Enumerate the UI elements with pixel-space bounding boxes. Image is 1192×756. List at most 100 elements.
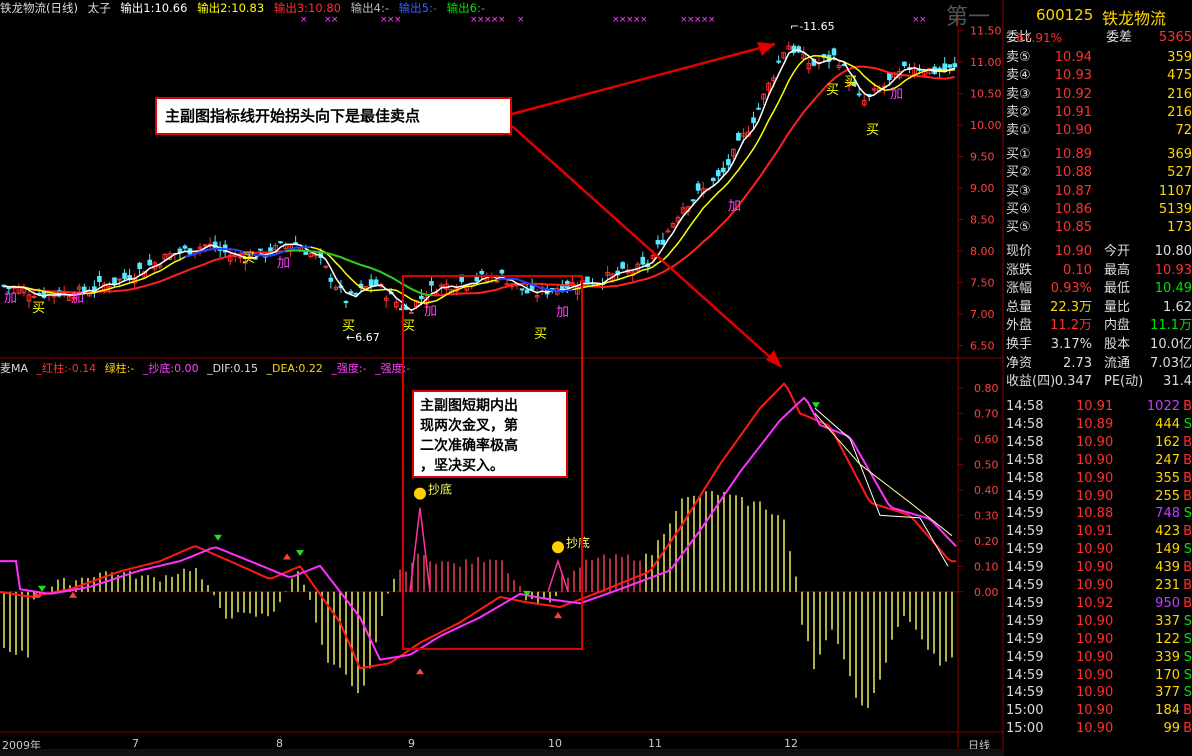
- marker-x: ×: [331, 15, 339, 25]
- tick-side: S: [1183, 631, 1192, 647]
- stat-value: 1.62: [1163, 299, 1192, 315]
- candle-body: [519, 288, 525, 291]
- sell-level-row[interactable]: 卖③ 10.92 216: [1004, 86, 1192, 104]
- golden-cross-arrow: [69, 591, 77, 598]
- tick-time: 14:58: [1006, 399, 1044, 414]
- marker-x: ×: [498, 15, 506, 25]
- tick-price: 10.90: [1076, 613, 1114, 629]
- tick-time: 15:00: [1006, 721, 1044, 737]
- tick-time: 14:59: [1006, 506, 1044, 522]
- sell-level-row[interactable]: 卖④ 10.93 475: [1004, 67, 1192, 85]
- buy-annotation-line-4: ，坚决买入。: [420, 458, 504, 474]
- candle-body: [585, 276, 590, 285]
- candle-body: [117, 278, 122, 281]
- stat-label: 流通: [1104, 355, 1131, 371]
- marker-x: ×: [300, 15, 308, 25]
- tick-price: 10.89: [1076, 416, 1114, 432]
- tick-time: 14:58: [1006, 470, 1044, 486]
- stat-value: 0.10: [1063, 262, 1092, 278]
- tick-row: 15:00 10.90 184 B: [1004, 702, 1192, 720]
- price-axis-label: 9.00: [970, 182, 995, 195]
- stat-label: 收益(四): [1006, 374, 1056, 390]
- sell-level-row[interactable]: 卖⑤ 10.94 359: [1004, 49, 1192, 67]
- indicator-name[interactable]: 太子: [88, 1, 111, 15]
- candle-body: [31, 295, 37, 298]
- tick-volume: 149: [1155, 542, 1180, 558]
- tick-row: 14:58 10.89 444 S: [1004, 416, 1192, 434]
- tick-time: 14:59: [1006, 613, 1044, 629]
- price-axis-label: 7.00: [970, 308, 995, 321]
- sub-strength-2: _强度:-: [375, 362, 411, 375]
- stat-value: 3.17%: [1050, 337, 1092, 352]
- tick-price: 10.92: [1076, 595, 1114, 611]
- sub-green-bar: 绿柱:-: [104, 362, 135, 375]
- stat-label: 内盘: [1104, 318, 1131, 334]
- buy-level-row[interactable]: 买③ 10.87 1107: [1004, 183, 1192, 201]
- buy-level-volume: 1107: [1158, 183, 1192, 199]
- candle-body: [710, 177, 716, 182]
- tick-volume: 247: [1155, 452, 1180, 468]
- stat-label: 最高: [1104, 262, 1131, 278]
- tick-side: B: [1183, 434, 1192, 450]
- stat-value: 7.03亿: [1150, 355, 1192, 371]
- sell-level-row[interactable]: 卖① 10.90 72: [1004, 122, 1192, 140]
- tick-row: 14:59 10.92 950 B: [1004, 595, 1192, 613]
- tick-volume: 162: [1155, 434, 1180, 450]
- buy-level-row[interactable]: 买② 10.88 527: [1004, 164, 1192, 182]
- bottom-tab-strip[interactable]: [0, 749, 1004, 756]
- sub-indicator-name[interactable]: 麦MA: [0, 362, 28, 375]
- sell-level-label: 卖④: [1006, 68, 1031, 84]
- tick-volume: 444: [1155, 416, 1180, 432]
- tick-volume: 255: [1155, 488, 1180, 504]
- tick-row: 14:59 10.90 122 S: [1004, 631, 1192, 649]
- tick-side: S: [1183, 542, 1192, 558]
- add-signal-label: 加: [424, 304, 437, 319]
- stat-label: 量比: [1104, 299, 1131, 315]
- candle-body: [620, 262, 625, 269]
- sell-level-volume: 216: [1167, 86, 1192, 102]
- tick-time: 14:59: [1006, 488, 1044, 504]
- ma-line-green: [285, 249, 432, 297]
- sell-point-annotation: 主副图指标线开始拐头向下是最佳卖点: [155, 97, 512, 135]
- candle-body: [147, 259, 153, 266]
- candle-body: [258, 248, 263, 251]
- tick-side: B: [1183, 595, 1192, 611]
- tick-row: 14:58 10.90 355 B: [1004, 470, 1192, 488]
- candle-body: [419, 295, 424, 300]
- buy-level-row[interactable]: 买① 10.89 369: [1004, 146, 1192, 164]
- stat-row: 涨幅 0.93% 最低 10.49: [1004, 280, 1192, 298]
- sell-level-volume: 359: [1167, 50, 1192, 65]
- buy-level-volume: 5139: [1158, 201, 1192, 217]
- candle-body: [887, 73, 892, 81]
- tick-volume: 423: [1155, 524, 1180, 540]
- tick-price: 10.90: [1076, 667, 1114, 683]
- candle-body: [524, 289, 530, 294]
- golden-cross-arrow: [554, 612, 562, 619]
- tick-price: 10.90: [1076, 434, 1114, 450]
- tick-price: 10.90: [1076, 560, 1114, 576]
- tick-time: 14:59: [1006, 578, 1044, 593]
- output-5: 输出5:-: [398, 1, 437, 15]
- sell-level-price: 10.90: [1054, 123, 1092, 139]
- sub-dea: _DEA:0.22: [266, 362, 323, 375]
- stat-row: 换手 3.17% 股本 10.0亿: [1004, 336, 1192, 354]
- tick-volume: 950: [1155, 595, 1180, 611]
- candle-body: [368, 279, 374, 287]
- sell-level-price: 10.94: [1054, 50, 1092, 65]
- sell-level-row[interactable]: 卖② 10.91 216: [1004, 104, 1192, 122]
- tick-side: S: [1183, 416, 1192, 432]
- ma-line-short: [3, 49, 956, 312]
- candle-body: [831, 48, 837, 56]
- arrow-line-sell-price: [511, 42, 776, 116]
- buy-level-row[interactable]: 买④ 10.86 5139: [1004, 201, 1192, 219]
- add-signal-label: 加: [4, 291, 17, 306]
- buy-level-row[interactable]: 买⑤ 10.85 173: [1004, 219, 1192, 237]
- stat-row: 外盘 11.2万 内盘 11.1万: [1004, 317, 1192, 335]
- tick-time: 14:59: [1006, 542, 1044, 558]
- stat-label: 涨跌: [1006, 262, 1033, 278]
- sell-level-label: 卖②: [1006, 104, 1031, 120]
- candle-body: [690, 199, 696, 202]
- tick-price: 10.90: [1076, 685, 1114, 701]
- stat-label: 现价: [1006, 244, 1033, 259]
- output-1: 输出1:10.66: [120, 1, 188, 15]
